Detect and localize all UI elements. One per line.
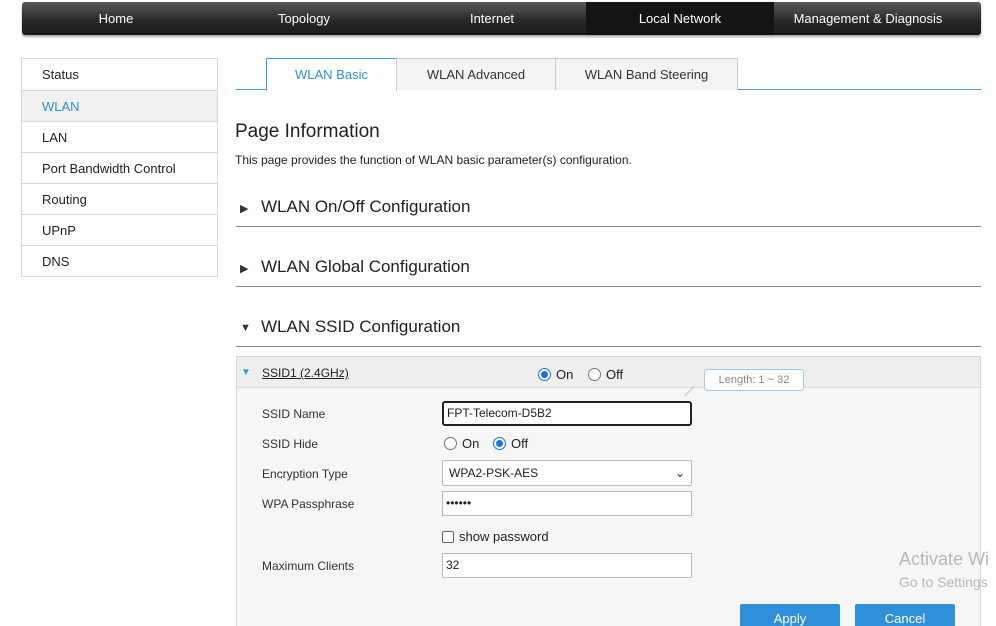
collapse-arrow-icon: ▼ <box>240 322 251 334</box>
section-wlan-ssid[interactable]: ▼ WLAN SSID Configuration <box>236 315 981 345</box>
wpa-passphrase-label: WPA Passphrase <box>262 497 355 511</box>
sidebar-item-dns[interactable]: DNS <box>22 245 217 276</box>
maximum-clients-label: Maximum Clients <box>262 559 355 573</box>
chevron-down-icon: ⌄ <box>674 466 685 480</box>
page-description: This page provides the function of WLAN … <box>235 153 632 167</box>
expand-arrow-icon: ▶ <box>240 203 249 215</box>
nav-local-network[interactable]: Local Network <box>586 2 774 35</box>
wpa-passphrase-input[interactable]: •••••• <box>442 491 692 516</box>
sidebar-item-wlan[interactable]: WLAN <box>22 90 217 121</box>
radio-checked-icon[interactable] <box>538 368 551 382</box>
apply-button[interactable]: Apply <box>740 604 840 626</box>
page-title: Page Information <box>235 121 380 142</box>
ssid-panel: ▼ SSID1 (2.4GHz) On Off Length: 1 ~ 32 S… <box>236 356 981 626</box>
section-title: WLAN On/Off Configuration <box>261 197 471 216</box>
maximum-clients-input[interactable]: 32 <box>442 553 692 578</box>
sidebar-item-port-bandwidth-control[interactable]: Port Bandwidth Control <box>22 152 217 183</box>
activation-watermark-title: Activate Wi <box>899 549 990 569</box>
sidebar: Status WLAN LAN Port Bandwidth Control R… <box>21 58 218 277</box>
encryption-type-select[interactable]: WPA2-PSK-AES ⌄ <box>442 460 692 486</box>
section-title: WLAN Global Configuration <box>261 257 470 276</box>
collapse-triangle-icon[interactable]: ▼ <box>241 367 251 378</box>
top-navigation: Home Topology Internet Local Network Man… <box>22 2 981 35</box>
section-divider <box>236 226 981 227</box>
ssid-enable-off[interactable]: Off <box>588 366 623 384</box>
nav-home[interactable]: Home <box>22 2 210 35</box>
ssid-name-label: SSID Name <box>262 407 326 421</box>
sidebar-item-upnp[interactable]: UPnP <box>22 214 217 245</box>
ssid-name-input[interactable]: FPT-Telecom-D5B2 <box>442 401 692 426</box>
ssid-hide-on[interactable]: On <box>444 435 479 453</box>
radio-unchecked-icon[interactable] <box>444 437 457 451</box>
tab-bar: WLAN Basic WLAN Advanced WLAN Band Steer… <box>236 58 981 91</box>
nav-management-diagnosis[interactable]: Management & Diagnosis <box>774 2 962 35</box>
section-wlan-onoff[interactable]: ▶ WLAN On/Off Configuration <box>236 195 981 225</box>
encryption-type-label: Encryption Type <box>262 467 348 481</box>
cancel-button[interactable]: Cancel <box>855 604 955 626</box>
ssid-link[interactable]: SSID1 (2.4GHz) <box>262 366 349 380</box>
expand-arrow-icon: ▶ <box>240 263 249 275</box>
section-title: WLAN SSID Configuration <box>261 317 461 336</box>
checkbox-icon[interactable] <box>442 530 454 543</box>
sidebar-item-routing[interactable]: Routing <box>22 183 217 214</box>
encryption-type-value: WPA2-PSK-AES <box>449 466 539 480</box>
section-divider <box>236 346 981 347</box>
sidebar-item-lan[interactable]: LAN <box>22 121 217 152</box>
radio-unchecked-icon[interactable] <box>588 368 601 382</box>
tab-wlan-advanced[interactable]: WLAN Advanced <box>396 58 556 90</box>
sidebar-item-status[interactable]: Status <box>22 59 217 90</box>
length-tooltip: Length: 1 ~ 32 <box>704 369 804 391</box>
ssid-enable-on[interactable]: On <box>538 366 573 384</box>
ssid-header-bar: ▼ SSID1 (2.4GHz) On Off <box>237 357 980 388</box>
ssid-hide-label: SSID Hide <box>262 437 319 451</box>
section-divider <box>236 286 981 287</box>
radio-checked-icon[interactable] <box>493 437 506 451</box>
nav-topology[interactable]: Topology <box>210 2 398 35</box>
tab-wlan-basic[interactable]: WLAN Basic <box>266 58 397 91</box>
nav-internet[interactable]: Internet <box>398 2 586 35</box>
ssid-hide-off[interactable]: Off <box>493 435 528 453</box>
activation-watermark-subtitle: Go to Settings <box>899 574 988 590</box>
tab-wlan-band-steering[interactable]: WLAN Band Steering <box>555 58 738 90</box>
section-wlan-global[interactable]: ▶ WLAN Global Configuration <box>236 255 981 285</box>
show-password-toggle[interactable]: show password <box>442 528 549 546</box>
